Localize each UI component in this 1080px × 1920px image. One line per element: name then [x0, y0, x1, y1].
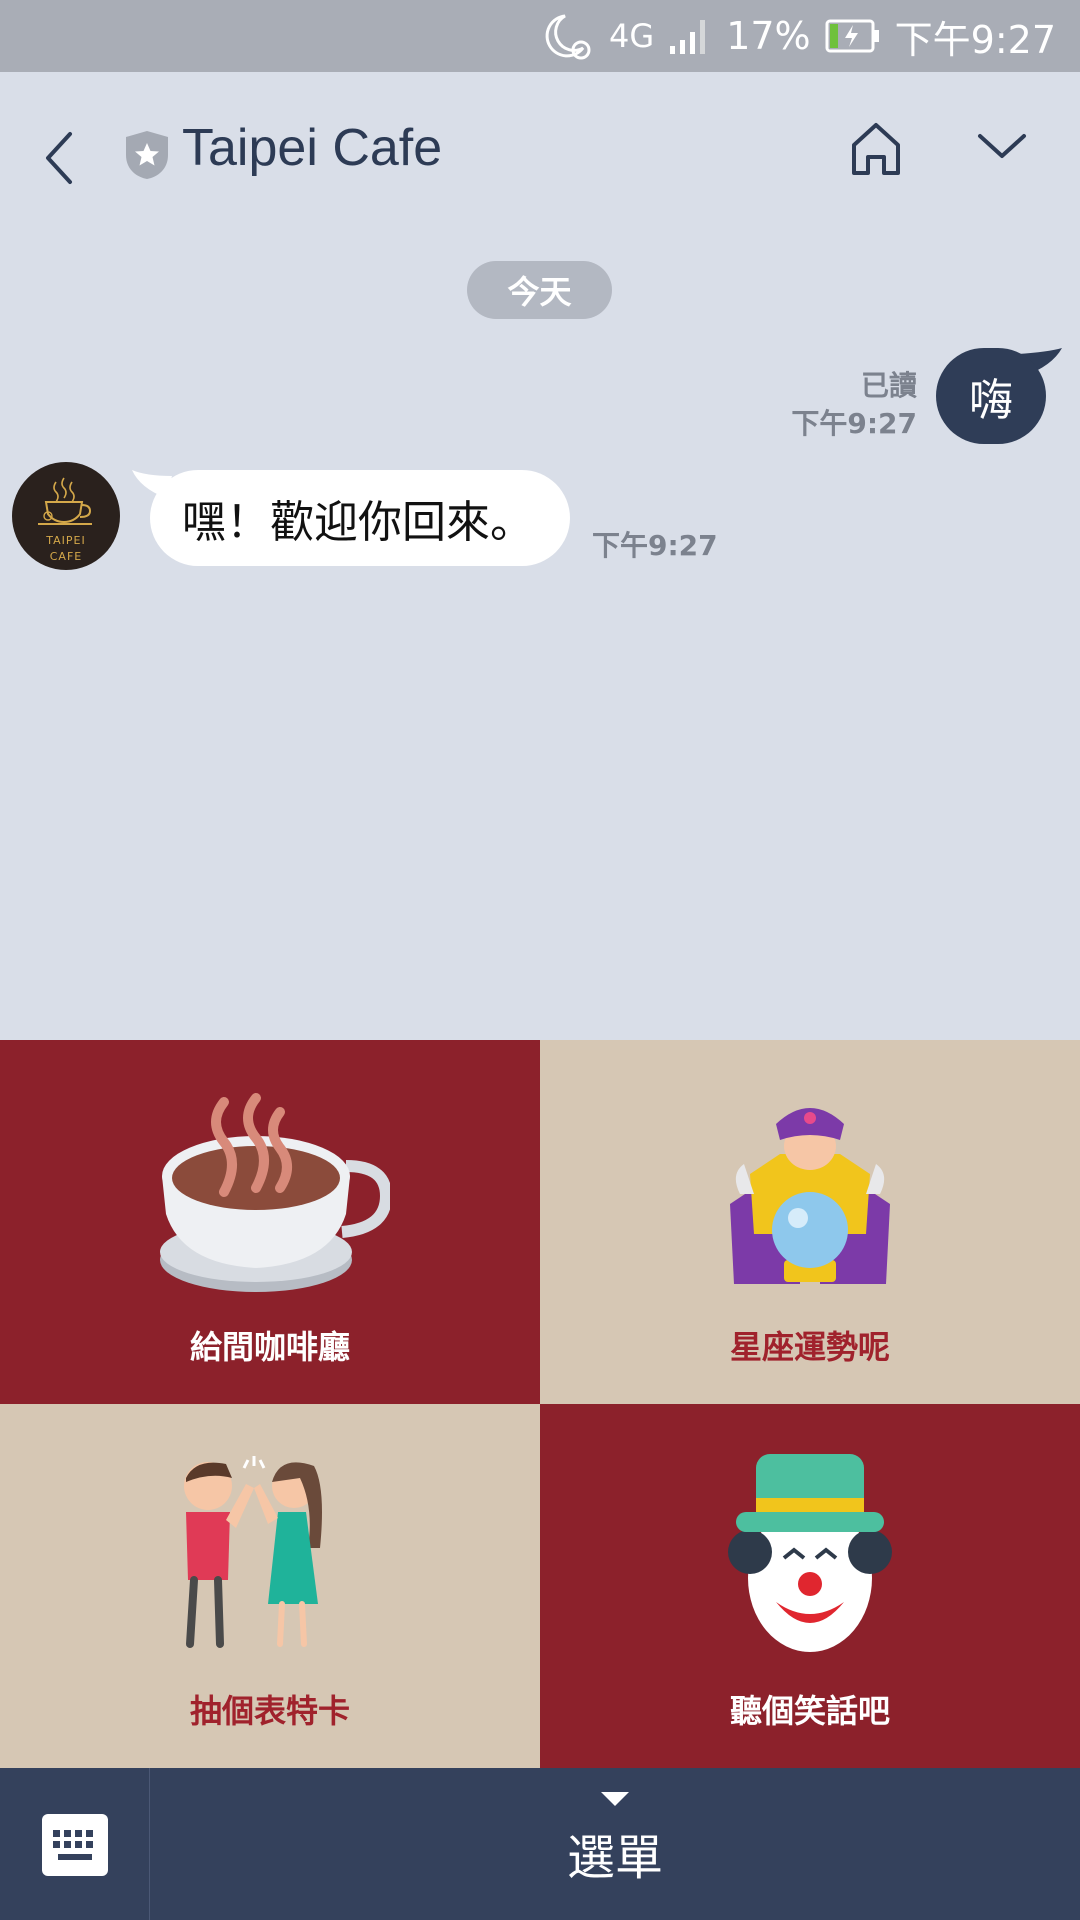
- battery-charging-icon: [825, 19, 881, 53]
- menu-tile-beauty-card[interactable]: 抽個表特卡: [0, 1404, 540, 1768]
- received-message-time: 下午9:27: [592, 529, 718, 562]
- network-4g-icon: 4G: [609, 17, 655, 55]
- coffee-cup-icon: [160, 1093, 390, 1292]
- chevron-down-icon: [978, 134, 1026, 158]
- more-dropdown-button[interactable]: [972, 122, 1032, 172]
- avatar[interactable]: TAIPEI CAFE: [12, 462, 120, 570]
- bottom-bar: 選單: [0, 1768, 1080, 1920]
- caret-down-icon: [601, 1792, 629, 1806]
- page-title: Taipei Cafe: [182, 119, 443, 177]
- back-icon: [46, 132, 72, 184]
- sent-message-text: 嗨: [969, 375, 1013, 426]
- status-bar: 4G 17% 下午9:27: [0, 0, 1080, 72]
- menu-tile-label: 聽個笑話吧: [729, 1692, 890, 1730]
- avatar-text-line-2: CAFE: [49, 550, 83, 563]
- keyboard-icon: [42, 1814, 108, 1876]
- battery-percent: 17%: [726, 14, 811, 58]
- received-message-text: 嘿！歡迎你回來。: [182, 497, 534, 548]
- received-message-bubble[interactable]: 嘿！歡迎你回來。: [150, 470, 570, 566]
- read-receipt: 已讀: [860, 369, 917, 402]
- date-separator: 今天: [467, 261, 612, 319]
- chat-header: Taipei Cafe: [0, 72, 1080, 232]
- menu-toggle-button[interactable]: 選單: [150, 1768, 1080, 1920]
- keyboard-toggle-button[interactable]: [0, 1768, 150, 1920]
- signal-icon: [668, 16, 712, 56]
- fortune-teller-icon: [730, 1108, 890, 1284]
- avatar-text-line-1: TAIPEI: [46, 534, 86, 547]
- home-icon: [852, 123, 900, 175]
- menu-tile-label: 抽個表特卡: [189, 1692, 350, 1730]
- home-button[interactable]: [846, 117, 906, 179]
- shield-star-icon: [124, 129, 170, 181]
- menu-tile-label: 星座運勢呢: [729, 1328, 890, 1366]
- moon-alarm-icon: [539, 10, 595, 62]
- clown-icon: [728, 1454, 892, 1652]
- high-five-couple-icon: [184, 1456, 322, 1648]
- menu-tile-cafe[interactable]: 給間咖啡廳: [0, 1040, 540, 1404]
- sent-message-time: 下午9:27: [791, 407, 917, 440]
- back-button[interactable]: [30, 112, 90, 192]
- menu-tile-horoscope[interactable]: 星座運勢呢: [540, 1040, 1080, 1404]
- status-time: 下午9:27: [894, 17, 1056, 62]
- menu-tile-label: 給間咖啡廳: [189, 1328, 350, 1366]
- menu-label: 選單: [566, 1830, 663, 1886]
- menu-tile-joke[interactable]: 聽個笑話吧: [540, 1404, 1080, 1768]
- rich-menu: 給間咖啡廳 星座運勢呢 抽個表特卡 聽個笑話吧: [0, 1040, 1080, 1768]
- sent-message-bubble[interactable]: 嗨: [936, 348, 1046, 444]
